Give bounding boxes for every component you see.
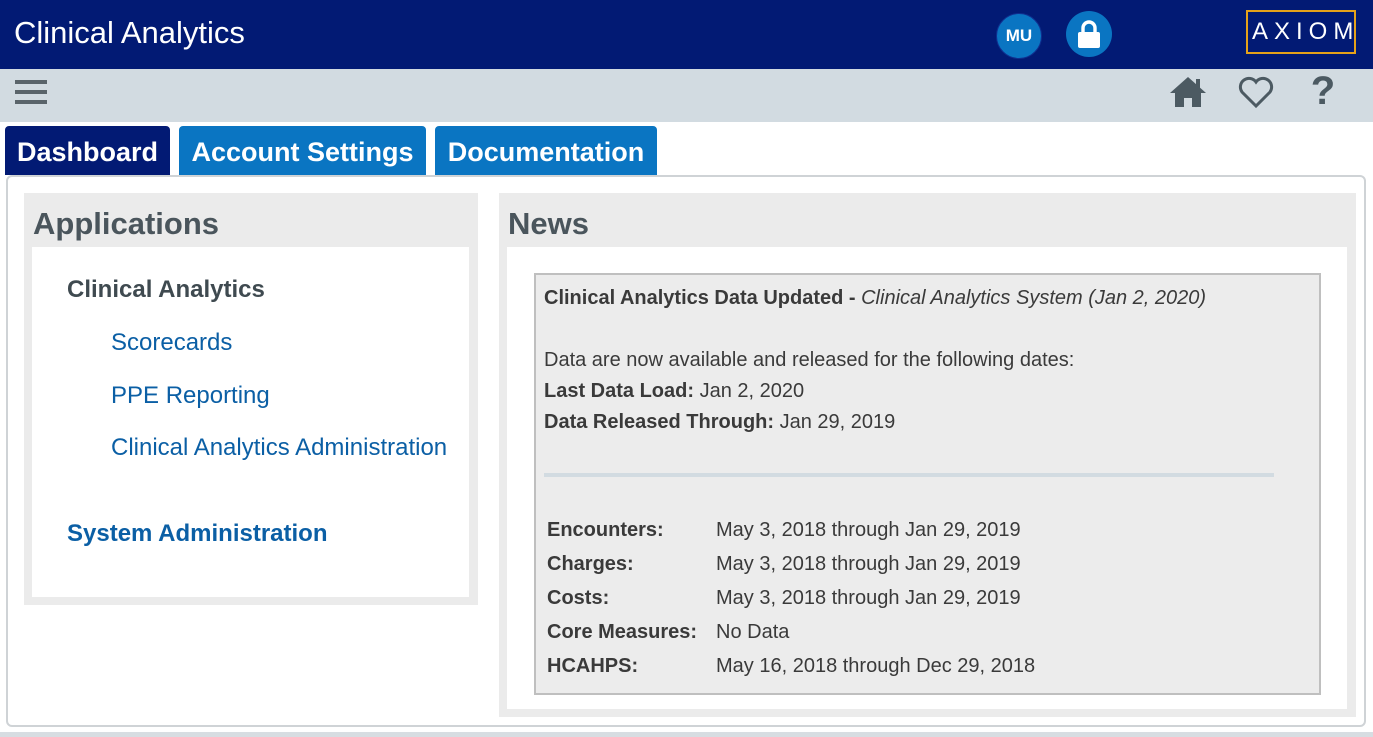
data-released-label: Data Released Through: [544,411,775,433]
heart-icon[interactable] [1237,75,1275,109]
charges-label: Charges: [547,553,634,575]
lock-icon [1078,20,1100,48]
link-clinical-analytics-administration[interactable]: Clinical Analytics Administration [111,434,447,462]
last-data-load-value: Jan 2, 2020 [694,380,805,402]
charges-value: May 3, 2018 through Jan 29, 2019 [716,553,1021,575]
applications-title: Applications [33,206,220,241]
tab-account-settings[interactable]: Account Settings [179,126,426,175]
app-group-heading: Clinical Analytics [67,276,265,303]
link-ppe-reporting[interactable]: PPE Reporting [111,382,270,410]
axiom-logo: AXIOM [1246,10,1356,54]
lock-button[interactable] [1066,11,1112,57]
news-headline-line: Clinical Analytics Data Updated - Clinic… [544,287,1206,310]
last-data-load-label: Last Data Load: [544,380,695,402]
data-released-line: Data Released Through: Jan 29, 2019 [544,411,895,434]
news-headline: Clinical Analytics Data Updated - [544,287,862,309]
link-scorecards[interactable]: Scorecards [111,329,232,357]
costs-value: May 3, 2018 through Jan 29, 2019 [716,587,1021,609]
core-measures-label: Core Measures: [547,621,698,643]
encounters-label: Encounters: [547,519,664,541]
bottom-border [0,732,1373,737]
app-title: Clinical Analytics [14,15,245,50]
hamburger-menu-icon[interactable] [15,78,47,106]
hcahps-value: May 16, 2018 through Dec 29, 2018 [716,655,1036,677]
tab-documentation[interactable]: Documentation [435,126,657,175]
hcahps-label: HCAHPS: [547,655,639,677]
home-icon[interactable] [1168,75,1208,109]
news-title: News [508,206,589,241]
news-divider [544,473,1274,477]
data-released-value: Jan 29, 2019 [774,411,896,433]
costs-label: Costs: [547,587,610,609]
core-measures-value: No Data [716,621,790,643]
encounters-value: May 3, 2018 through Jan 29, 2019 [716,519,1021,541]
user-avatar-button[interactable]: MU [996,13,1042,59]
link-system-administration[interactable]: System Administration [67,520,328,548]
help-icon[interactable]: ? [1306,70,1340,112]
news-source: Clinical Analytics System (Jan 2, 2020) [861,287,1207,309]
news-intro: Data are now available and released for … [544,349,1075,371]
last-data-load-line: Last Data Load: Jan 2, 2020 [544,380,804,403]
tab-dashboard[interactable]: Dashboard [5,126,170,175]
